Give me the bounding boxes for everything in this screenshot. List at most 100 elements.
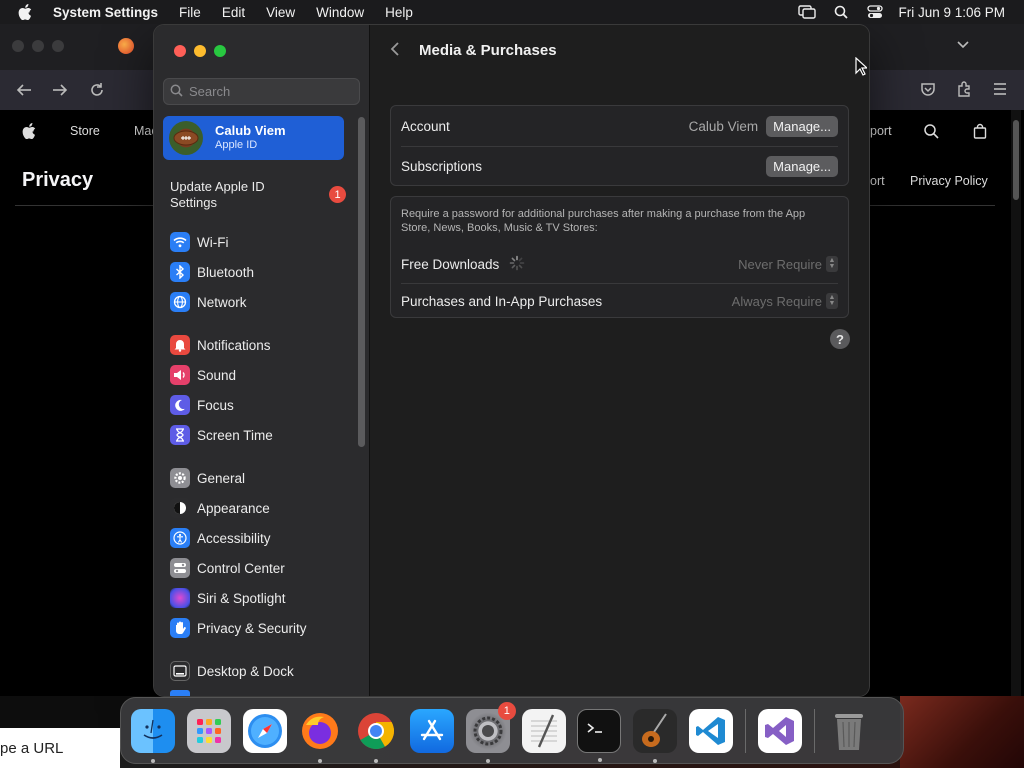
textedit-pen-icon	[530, 714, 557, 747]
sidebar-item-desktop-dock[interactable]: Desktop & Dock	[170, 660, 294, 682]
nav-store-link[interactable]: Store	[70, 124, 100, 138]
site-search-icon[interactable]	[924, 124, 939, 144]
globe-icon	[170, 292, 190, 312]
hamburger-menu-icon[interactable]	[992, 82, 1008, 101]
close-button[interactable]	[174, 45, 186, 57]
dock-finder[interactable]	[131, 708, 175, 763]
sidebar-item-privacy-security[interactable]: Privacy & Security	[170, 617, 307, 639]
moon-icon	[170, 395, 190, 415]
sidebar-item-apple-id[interactable]: Calub Viem Apple ID	[163, 116, 344, 160]
dock-terminal[interactable]	[577, 708, 622, 762]
search-placeholder: Search	[189, 84, 231, 99]
sidebar-item-notifications[interactable]: Notifications	[170, 334, 271, 356]
dock-trash[interactable]	[827, 709, 871, 753]
apple-menu-icon[interactable]	[18, 4, 36, 20]
sidebar-item-label: Screen Time	[197, 427, 273, 443]
back-arrow-icon[interactable]	[15, 81, 33, 104]
dock-vscode[interactable]	[688, 708, 733, 753]
dock-firefox[interactable]	[298, 709, 342, 763]
menu-edit[interactable]: Edit	[222, 5, 245, 20]
firefox-tab-icon[interactable]	[118, 38, 134, 54]
sidebar-item-label: Notifications	[197, 337, 271, 353]
dock-app-store[interactable]	[409, 708, 454, 753]
browser-minimize-button[interactable]	[32, 40, 44, 52]
screen-mirroring-icon[interactable]	[790, 5, 824, 19]
sidebar-item-label: Control Center	[197, 560, 285, 576]
menu-view[interactable]: View	[266, 5, 295, 20]
menu-file[interactable]: File	[179, 5, 201, 20]
bluetooth-icon	[170, 262, 190, 282]
sidebar-item-wifi[interactable]: Wi-Fi	[170, 231, 228, 253]
account-manage-button[interactable]: Manage...	[766, 115, 838, 137]
sidebar-item-label: Sound	[197, 367, 237, 383]
forward-arrow-icon[interactable]	[51, 81, 69, 104]
subscriptions-manage-button[interactable]: Manage...	[766, 155, 838, 177]
popup-arrows-icon: ▲ ▼	[826, 256, 838, 272]
nav-support-link[interactable]: port	[870, 124, 892, 138]
subnav-support-link[interactable]: ort	[870, 174, 885, 188]
dock-launchpad[interactable]	[186, 708, 231, 753]
dock-chrome[interactable]	[354, 709, 398, 763]
page-heading: Privacy	[22, 169, 94, 191]
menu-clock[interactable]: Fri Jun 9 1:06 PM	[898, 5, 1005, 20]
url-bar-fragment[interactable]: pe a URL	[0, 728, 120, 768]
sidebar-item-sound[interactable]: Sound	[170, 364, 236, 386]
pocket-icon[interactable]	[920, 81, 936, 102]
avatar	[169, 121, 203, 155]
dock-garageband[interactable]	[633, 708, 678, 763]
menu-window[interactable]: Window	[316, 5, 364, 20]
desktop-wallpaper	[900, 696, 1024, 768]
sidebar-item-bluetooth[interactable]: Bluetooth	[170, 261, 254, 283]
browser-close-button[interactable]	[12, 40, 24, 52]
purchases-popup[interactable]: Always Require ▲ ▼	[732, 293, 838, 309]
menu-help[interactable]: Help	[385, 5, 413, 20]
dock-system-settings[interactable]: 1	[465, 701, 516, 763]
tab-list-chevron-icon[interactable]	[956, 36, 970, 52]
sidebar-item-label: Appearance	[197, 500, 270, 516]
sidebar-item-appearance[interactable]: Appearance	[170, 497, 270, 519]
subnav-privacy-policy-link[interactable]: Privacy Policy	[910, 174, 988, 188]
browser-scroll-thumb[interactable]	[1013, 120, 1019, 200]
spotlight-search-icon[interactable]	[824, 5, 858, 19]
sidebar-item-network[interactable]: Network	[170, 291, 247, 313]
sidebar-item-general[interactable]: General	[170, 467, 245, 489]
account-group-box: Account Calub Viem Manage... Subscriptio…	[390, 105, 849, 186]
reload-icon[interactable]	[88, 81, 106, 104]
loading-spinner-icon	[509, 255, 525, 274]
sidebar-item-siri-spotlight[interactable]: Siri & Spotlight	[170, 587, 286, 609]
sidebar-item-label: Desktop & Dock	[197, 663, 294, 679]
dock-visual-studio[interactable]	[757, 708, 802, 753]
dock-safari[interactable]	[242, 708, 287, 753]
back-chevron-icon[interactable]	[390, 41, 400, 62]
browser-scrollbar[interactable]	[1011, 110, 1021, 696]
sidebar-item-label: Focus	[197, 397, 234, 413]
running-indicator	[653, 758, 658, 763]
account-subtitle: Apple ID	[215, 139, 258, 151]
free-downloads-popup[interactable]: Never Require ▲ ▼	[738, 256, 838, 272]
purchases-row: Purchases and In-App Purchases Always Re…	[401, 281, 838, 321]
sidebar-item-focus[interactable]: Focus	[170, 394, 234, 416]
settings-sidebar: Search Calub Viem Apple ID Update Apple …	[154, 25, 370, 696]
menu-app-name[interactable]: System Settings	[53, 5, 158, 20]
sidebar-item-update-apple-id[interactable]: Update Apple ID Settings 1	[170, 179, 350, 211]
control-center-menu-icon[interactable]	[858, 5, 892, 19]
siri-icon	[170, 588, 190, 608]
sidebar-scrollbar[interactable]	[358, 117, 365, 447]
extensions-icon[interactable]	[956, 81, 972, 102]
running-indicator	[318, 758, 323, 763]
firefox-icon	[302, 712, 339, 749]
minimize-button[interactable]	[194, 45, 206, 57]
help-button[interactable]: ?	[830, 329, 850, 349]
purchase-note: Require a password for additional purcha…	[401, 208, 806, 234]
browser-zoom-button[interactable]	[52, 40, 64, 52]
account-value: Calub Viem	[688, 118, 759, 134]
dock-textedit[interactable]	[521, 708, 566, 753]
zoom-button[interactable]	[214, 45, 226, 57]
sidebar-item-control-center[interactable]: Control Center	[170, 557, 285, 579]
sidebar-item-screen-time[interactable]: Screen Time	[170, 424, 273, 446]
sidebar-item-accessibility[interactable]: Accessibility	[170, 527, 271, 549]
search-input[interactable]: Search	[163, 78, 360, 105]
url-placeholder: pe a URL	[0, 739, 64, 757]
apple-logo-icon[interactable]	[22, 123, 36, 144]
shopping-bag-icon[interactable]	[973, 123, 987, 144]
